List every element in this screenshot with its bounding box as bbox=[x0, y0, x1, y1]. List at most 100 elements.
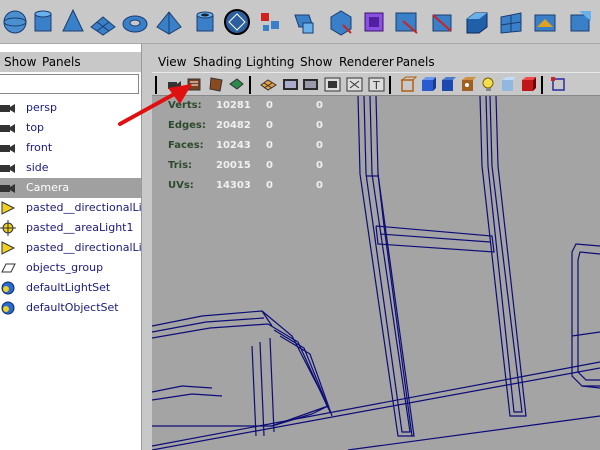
shadows-icon[interactable] bbox=[520, 76, 537, 93]
outliner-item-label: pasted__areaLight1 bbox=[26, 221, 134, 234]
toolbar-separator bbox=[541, 76, 543, 94]
hud-row-uvs: UVs: 14303 0 0 bbox=[168, 180, 348, 196]
viewport-panel: View Shading Lighting Show Renderer Pane… bbox=[152, 44, 600, 450]
hud-value: 0 bbox=[266, 100, 273, 111]
outliner-item-label: pasted__directionalLigh bbox=[26, 201, 156, 214]
shaded-wireframe-icon[interactable] bbox=[440, 76, 457, 93]
outliner-item-default-light-set[interactable]: defaultLightSet bbox=[0, 278, 141, 298]
all-lights-icon[interactable] bbox=[500, 76, 517, 93]
hud-value: 20482 bbox=[216, 120, 251, 131]
shelf-toolbar bbox=[0, 0, 600, 44]
viewport-menubar: View Shading Lighting Show Renderer Pane… bbox=[152, 52, 600, 72]
area-light-icon bbox=[0, 220, 16, 236]
extract-icon[interactable] bbox=[326, 3, 356, 40]
hud-value: 10281 bbox=[216, 100, 251, 111]
hud-value: 0 bbox=[316, 160, 323, 171]
outliner-item-area-light[interactable]: pasted__areaLight1 bbox=[0, 218, 141, 238]
outliner-item-directional-light-1[interactable]: pasted__directionalLigh bbox=[0, 198, 156, 218]
sphere-poly-icon[interactable] bbox=[222, 3, 252, 40]
menu-lighting[interactable]: Lighting bbox=[246, 55, 295, 69]
outliner-item-side[interactable]: side bbox=[0, 158, 141, 178]
3d-viewport[interactable]: Verts: 10281 0 0 Edges: 20482 0 0 Faces:… bbox=[152, 96, 600, 450]
outliner-item-default-object-set[interactable]: defaultObjectSet bbox=[0, 298, 141, 318]
hud-value: 0 bbox=[266, 140, 273, 151]
outliner-item-label: top bbox=[26, 121, 45, 134]
outliner-item-label: persp bbox=[26, 101, 57, 114]
pyramid-icon[interactable] bbox=[154, 3, 184, 40]
hud-label: Tris: bbox=[168, 160, 193, 171]
gate-mask-icon[interactable] bbox=[324, 76, 341, 93]
viewport-toolbar: T bbox=[152, 72, 600, 96]
hud-value: 14303 bbox=[216, 180, 251, 191]
outliner-item-front[interactable]: front bbox=[0, 138, 141, 158]
outliner-item-label: front bbox=[26, 141, 53, 154]
isolate-select-icon[interactable] bbox=[550, 76, 567, 93]
hud-value: 0 bbox=[316, 100, 323, 111]
directional-light-icon bbox=[1, 241, 16, 255]
outliner-item-objects-group[interactable]: objects_group bbox=[0, 258, 141, 278]
grid-icon[interactable] bbox=[260, 76, 277, 93]
smooth-shade-icon[interactable] bbox=[420, 76, 437, 93]
film-gate-icon[interactable] bbox=[282, 76, 299, 93]
hud-value: 0 bbox=[316, 140, 323, 151]
hud-value: 0 bbox=[316, 180, 323, 191]
cylinder-icon[interactable] bbox=[28, 3, 58, 40]
menu-renderer[interactable]: Renderer bbox=[339, 55, 394, 69]
append-icon[interactable] bbox=[530, 3, 560, 40]
wireframe-icon[interactable] bbox=[400, 76, 417, 93]
outliner-item-label: side bbox=[26, 161, 49, 174]
resolution-gate-icon[interactable] bbox=[302, 76, 319, 93]
outliner-menu-show[interactable]: Show bbox=[4, 55, 36, 69]
group-icon bbox=[1, 263, 16, 273]
outliner-menu-panels[interactable]: Panels bbox=[42, 55, 81, 69]
menu-shading[interactable]: Shading bbox=[193, 55, 242, 69]
sphere-icon[interactable] bbox=[0, 3, 30, 40]
hud-value: 0 bbox=[266, 120, 273, 131]
hud-value: 0 bbox=[316, 120, 323, 131]
outliner-item-label: pasted__directionalLigh bbox=[26, 241, 156, 254]
separate-icon[interactable] bbox=[290, 3, 320, 40]
hud-value: 10243 bbox=[216, 140, 251, 151]
torus-icon[interactable] bbox=[120, 3, 150, 40]
combine-icon[interactable] bbox=[256, 3, 286, 40]
annotation-arrow bbox=[118, 84, 192, 126]
menu-show[interactable]: Show bbox=[300, 55, 332, 69]
pipe-icon[interactable] bbox=[190, 3, 220, 40]
hud-value: 0 bbox=[266, 160, 273, 171]
plane-icon[interactable] bbox=[88, 3, 118, 40]
camera-icon bbox=[0, 124, 15, 133]
directional-light-icon bbox=[1, 201, 16, 215]
outliner-item-label: objects_group bbox=[26, 261, 104, 274]
default-light-icon[interactable] bbox=[480, 76, 497, 93]
hud-row-tris: Tris: 20015 0 0 bbox=[168, 160, 348, 176]
extrude-icon[interactable] bbox=[462, 3, 492, 40]
outliner-item-label: defaultLightSet bbox=[26, 281, 111, 294]
bridge-icon[interactable] bbox=[496, 3, 526, 40]
polygon-tool-icon[interactable] bbox=[566, 3, 596, 40]
image-plane-icon[interactable] bbox=[228, 76, 245, 93]
bevel-icon[interactable] bbox=[392, 3, 422, 40]
smooth-icon[interactable] bbox=[360, 3, 390, 40]
safe-title-icon[interactable]: T bbox=[368, 76, 385, 93]
hud-value: 0 bbox=[266, 180, 273, 191]
outliner-item-label: defaultObjectSet bbox=[26, 301, 119, 314]
outliner-item-camera[interactable]: Camera bbox=[0, 178, 141, 198]
camera-icon bbox=[0, 104, 15, 113]
set-icon bbox=[1, 301, 15, 315]
toolbar-separator bbox=[389, 76, 391, 94]
bookmark-icon[interactable] bbox=[208, 76, 225, 93]
textured-icon[interactable] bbox=[460, 76, 477, 93]
outliner-menubar: Show Panels bbox=[0, 52, 141, 72]
outliner-item-directional-light-2[interactable]: pasted__directionalLigh bbox=[0, 238, 156, 258]
menu-panels[interactable]: Panels bbox=[396, 55, 435, 69]
field-chart-icon[interactable] bbox=[346, 76, 363, 93]
split-icon[interactable] bbox=[428, 3, 458, 40]
outliner-list: persp top front side Camera pasted__dire… bbox=[0, 98, 156, 450]
cone-icon[interactable] bbox=[58, 3, 88, 40]
menu-view[interactable]: View bbox=[158, 55, 186, 69]
hud-label: UVs: bbox=[168, 180, 194, 191]
camera-icon bbox=[0, 144, 15, 153]
svg-text:T: T bbox=[372, 79, 380, 92]
outliner-item-label: Camera bbox=[26, 181, 70, 194]
camera-icon bbox=[0, 164, 15, 173]
